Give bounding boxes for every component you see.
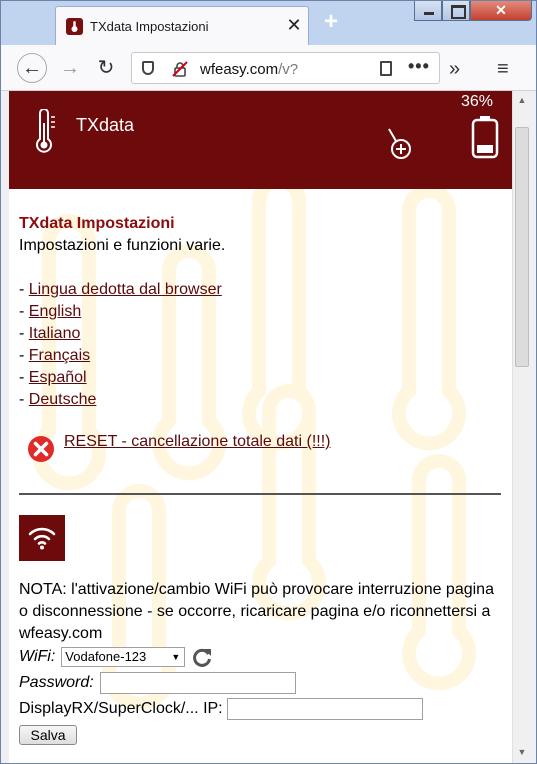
wifi-note: NOTA: l'attivazione/cambio WiFi può prov… — [19, 581, 494, 642]
new-tab-button[interactable]: + — [319, 10, 343, 35]
close-icon: ✕ — [495, 2, 507, 18]
wifi-label: WiFi: — [19, 648, 56, 665]
url-host: wfeasy.com — [200, 61, 279, 78]
language-list: - Lingua dedotta dal browser - English -… — [19, 279, 503, 411]
address-bar[interactable]: wfeasy.com/v? ••• — [131, 52, 440, 84]
language-link-deutsche[interactable]: Deutsche — [29, 391, 97, 408]
wifi-row: WiFi: Vodafone-123 ▼ — [19, 645, 505, 669]
list-dash: - — [19, 281, 29, 298]
list-dash: - — [19, 303, 29, 320]
insecure-lock-icon[interactable] — [172, 61, 188, 77]
tab-strip: TXdata Impostazioni ✕ + ✕ — [1, 1, 536, 45]
browser-window: TXdata Impostazioni ✕ + ✕ ← → ↻ wfeasy.c… — [0, 0, 537, 764]
wifi-section: NOTA: l'attivazione/cambio WiFi può prov… — [19, 579, 505, 745]
list-dash: - — [19, 347, 29, 364]
password-input[interactable] — [99, 672, 296, 694]
reset-link[interactable]: RESET - cancellazione totale dati (!!!) — [64, 433, 331, 451]
wifi-selected-value: Vodafone-123 — [65, 649, 147, 664]
ip-row: DisplayRX/SuperClock/... IP: — [19, 697, 505, 721]
language-item: - Español — [19, 367, 503, 389]
password-label: Password: — [19, 674, 94, 691]
thermometer-favicon-icon — [66, 18, 83, 35]
language-link-italiano[interactable]: Italiano — [29, 325, 81, 342]
hamburger-menu-icon[interactable]: ≡ — [497, 58, 509, 81]
language-item: - Lingua dedotta dal browser — [19, 279, 503, 301]
battery-percentage: 36% — [461, 93, 494, 110]
url-path: /v? — [278, 61, 299, 78]
language-link-english[interactable]: English — [29, 303, 81, 320]
navigation-bar: ← → ↻ wfeasy.com/v? ••• » ≡ — [1, 45, 536, 91]
language-link-browser[interactable]: Lingua dedotta dal browser — [29, 281, 222, 298]
wifi-badge — [19, 515, 65, 561]
chevron-down-icon: ▼ — [171, 652, 181, 662]
scroll-down-icon[interactable]: ▼ — [516, 747, 528, 759]
app-title: TXdata — [76, 115, 135, 135]
scroll-thumb[interactable] — [515, 127, 529, 367]
reader-view-icon[interactable] — [380, 61, 392, 76]
save-button[interactable]: Salva — [19, 725, 77, 745]
list-dash: - — [19, 391, 29, 408]
minimize-button[interactable] — [414, 1, 442, 21]
section-divider — [19, 493, 501, 495]
maximize-button[interactable] — [442, 1, 470, 21]
settings-title: TXdata Impostazioni — [19, 215, 175, 232]
reset-x-icon[interactable] — [27, 435, 55, 463]
overflow-chevron-icon[interactable]: » — [449, 58, 460, 81]
reset-row[interactable]: RESET - cancellazione totale dati (!!!) — [19, 431, 459, 463]
thermometer-icon — [36, 109, 55, 153]
tab-title: TXdata Impostazioni — [90, 19, 209, 34]
app-header: TXdata 36% — [9, 91, 512, 189]
wifi-icon — [28, 527, 56, 550]
forward-button[interactable]: → — [55, 53, 85, 83]
language-item: - Français — [19, 345, 503, 367]
shield-icon[interactable] — [142, 61, 154, 75]
settings-content: TXdata Impostazioni Impostazioni e funzi… — [19, 213, 503, 411]
window-close-button[interactable]: ✕ — [470, 1, 532, 21]
tab-txdata[interactable]: TXdata Impostazioni ✕ — [55, 6, 309, 45]
tab-close-icon[interactable]: ✕ — [284, 15, 304, 35]
list-dash: - — [19, 325, 29, 342]
battery-icon — [471, 116, 499, 159]
page-viewport: TXdata 36% TXdata Impostazioni Impostazi… — [9, 91, 512, 763]
password-row: Password: — [19, 671, 505, 695]
language-item: - Deutsche — [19, 389, 503, 411]
language-item: - Italiano — [19, 323, 503, 345]
scroll-up-icon[interactable]: ▲ — [516, 95, 528, 107]
list-dash: - — [19, 369, 29, 386]
wifi-select[interactable]: Vodafone-123 ▼ — [61, 647, 186, 667]
back-button[interactable]: ← — [17, 53, 47, 83]
vertical-scrollbar[interactable]: ▲ ▼ — [512, 91, 530, 763]
language-link-francais[interactable]: Français — [29, 347, 90, 364]
refresh-icon[interactable] — [191, 646, 213, 668]
language-link-espanol[interactable]: Español — [29, 369, 87, 386]
language-item: - English — [19, 301, 503, 323]
url-text[interactable]: wfeasy.com/v? — [200, 61, 298, 78]
ip-input[interactable] — [226, 698, 423, 720]
page-actions-icon[interactable]: ••• — [408, 56, 430, 77]
ip-label: DisplayRX/SuperClock/... IP: — [19, 700, 223, 717]
reload-button[interactable]: ↻ — [91, 53, 121, 83]
add-sensor-icon[interactable] — [385, 127, 415, 161]
settings-subtitle: Impostazioni e funzioni varie. — [19, 237, 226, 254]
